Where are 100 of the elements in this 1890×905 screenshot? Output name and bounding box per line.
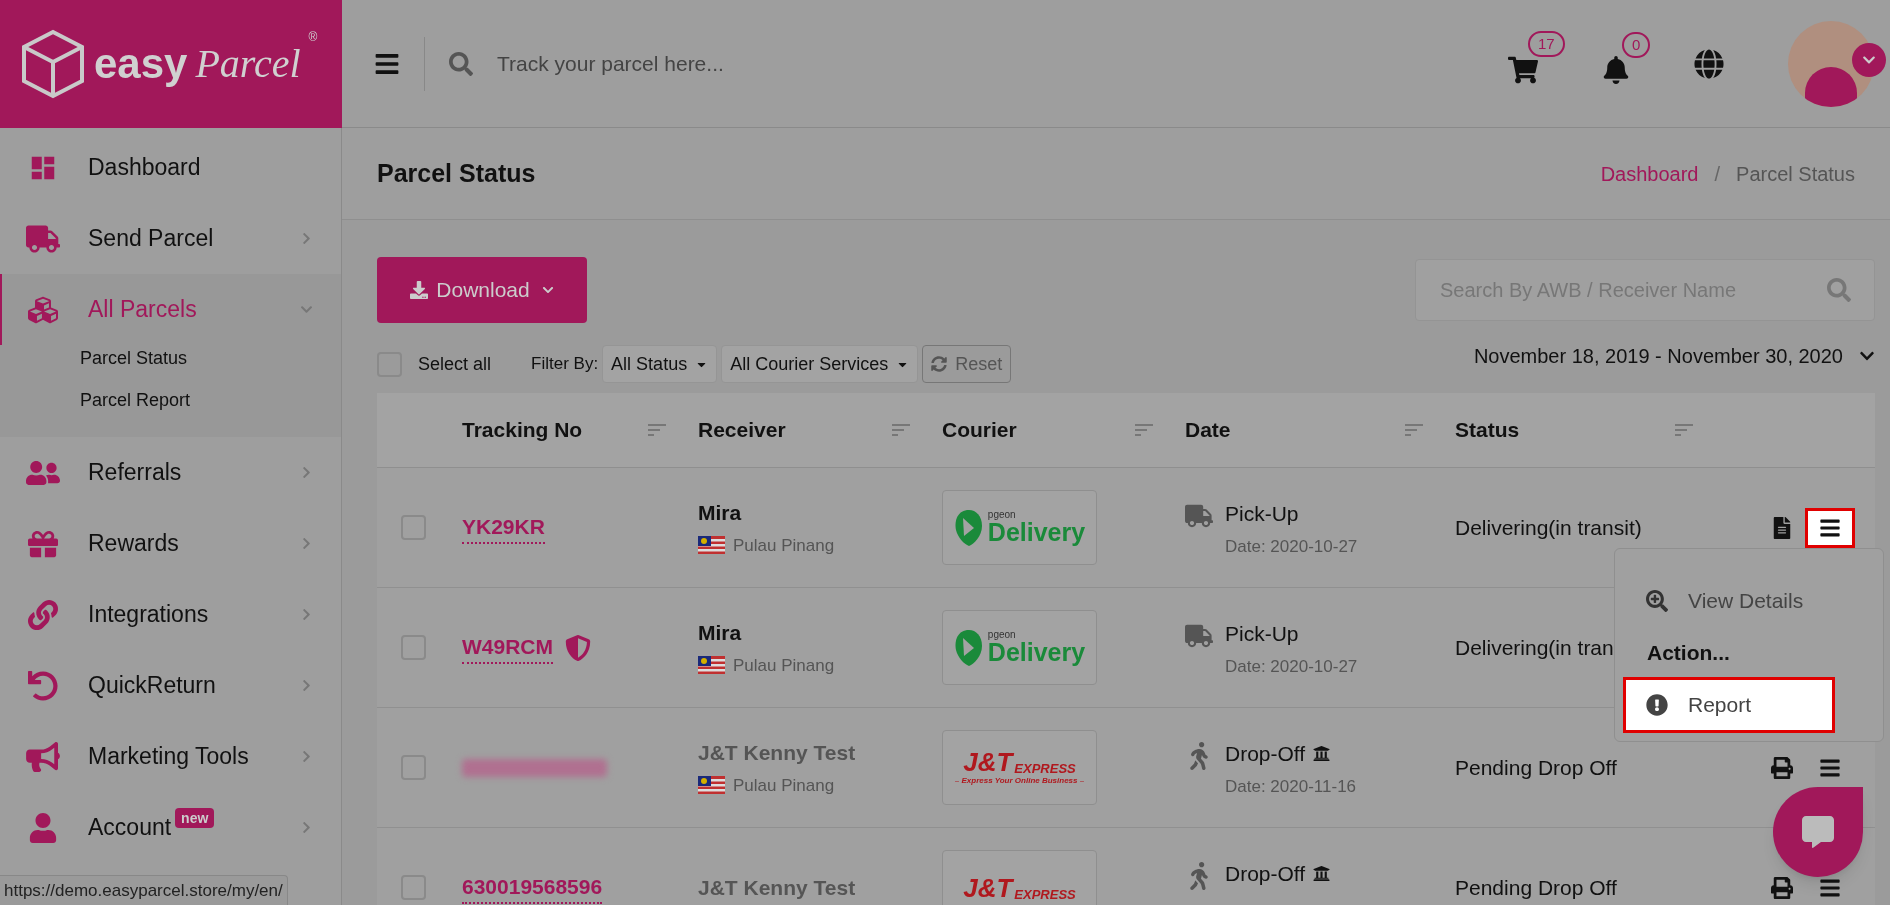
refresh-icon: [931, 356, 948, 372]
status-text: Delivering(in transit): [1455, 514, 1642, 541]
column-header[interactable]: Status: [1455, 414, 1520, 446]
sidebar-subitem[interactable]: Parcel Report: [0, 379, 341, 421]
track-search-field[interactable]: Track your parcel here...: [497, 47, 1049, 80]
boxes-icon: [26, 294, 60, 325]
delivery-method: Pick-Up: [1225, 501, 1299, 527]
download-icon: [410, 281, 429, 299]
chevron-right-icon: [300, 679, 313, 692]
notification-icon[interactable]: [1602, 55, 1630, 84]
chevron-right-icon: [300, 466, 313, 479]
sidebar-item[interactable]: Dashboard: [0, 132, 341, 203]
logo-word: easy: [94, 43, 188, 85]
truck-icon: [26, 223, 60, 254]
sidebar-item[interactable]: Integrations: [0, 579, 341, 650]
date-text: Date: 2020-10-27: [1225, 535, 1358, 558]
chat-icon: [1802, 816, 1834, 848]
filter-dropdown[interactable]: All Status: [602, 345, 718, 383]
sidebar-item[interactable]: Marketing Tools: [0, 721, 341, 792]
row-menu-button[interactable]: [1805, 507, 1855, 548]
sidebar-item[interactable]: QuickReturn: [0, 650, 341, 721]
chevron-right-icon: [300, 821, 313, 834]
logo-text: pgeon: [987, 630, 1017, 640]
download-button[interactable]: Download: [377, 257, 587, 323]
receiver-name: J&T Kenny Test: [698, 740, 857, 766]
logo-text: EXPRESS: [1014, 887, 1076, 901]
cart-icon[interactable]: [1508, 54, 1538, 85]
logo-word: Parcel: [195, 44, 301, 84]
chevron-right-icon: [300, 608, 313, 621]
link-icon: [26, 599, 60, 630]
date-text: Date: 2020-10-27: [1225, 655, 1358, 678]
chevron-right-icon: [300, 537, 313, 550]
flag-icon: [698, 776, 725, 795]
select-all-label: Select all: [418, 352, 492, 376]
sidebar-item[interactable]: Rewards: [0, 508, 341, 579]
column-header[interactable]: Receiver: [698, 414, 786, 446]
menu-item[interactable]: View Details: [1623, 573, 1835, 629]
gift-icon: [26, 528, 60, 559]
filter-dropdown[interactable]: All Courier Services: [721, 345, 919, 383]
document-icon[interactable]: [1771, 516, 1793, 539]
flag-icon: [698, 656, 725, 675]
delivery-method: Pick-Up: [1225, 621, 1299, 647]
status-text: Pending Drop Off: [1455, 754, 1617, 781]
sidebar-item[interactable]: Referrals: [0, 437, 341, 508]
notification-count-badge: 0: [1622, 31, 1651, 58]
search-icon: [449, 51, 473, 76]
box-logo-icon: [20, 28, 86, 100]
logo-text: – Express Your Online Business –: [954, 774, 1085, 787]
logo-text: J&T: [963, 874, 1013, 901]
caret-icon: [541, 284, 554, 296]
column-header[interactable]: Date: [1185, 414, 1231, 446]
menu-heading: Action...: [1646, 640, 1731, 666]
sidebar-item[interactable]: Account new: [0, 792, 341, 863]
logo-text: Delivery: [987, 520, 1086, 545]
logo-text: pgeon: [987, 510, 1017, 520]
delivery-method: Drop-Off: [1225, 741, 1306, 767]
column-header[interactable]: Courier: [942, 414, 1017, 446]
search-icon: [1646, 590, 1668, 612]
print-icon[interactable]: [1771, 876, 1793, 899]
sort-icon[interactable]: [1405, 424, 1423, 436]
print-icon[interactable]: [1771, 756, 1793, 779]
status-text: Pending Drop Off: [1455, 874, 1617, 901]
breadcrumb-separator: /: [1714, 161, 1721, 187]
registered-mark: ®: [308, 29, 318, 46]
chevron-right-icon: [300, 232, 313, 245]
column-header[interactable]: Tracking No: [462, 414, 583, 446]
cart-count-badge: 17: [1528, 30, 1565, 57]
language-icon[interactable]: [1694, 48, 1724, 79]
chevron-right-icon: [300, 750, 313, 763]
date-range-picker[interactable]: November 18, 2019 - November 30, 2020: [1473, 341, 1875, 371]
page-title: Parcel Status: [377, 157, 536, 189]
receiver-region: Pulau Pinang: [733, 534, 835, 557]
status-url: https://demo.easyparcel.store/my/en/: [0, 875, 288, 905]
megaphone-icon: [26, 741, 60, 772]
filter-label: Filter By:: [531, 353, 599, 376]
sort-icon[interactable]: [1675, 424, 1693, 436]
flag-icon: [698, 536, 725, 555]
logo-text: Delivery: [987, 640, 1086, 665]
sort-icon[interactable]: [648, 424, 666, 436]
logo-text: EXPRESS: [1014, 761, 1076, 775]
truck-icon: [1185, 502, 1213, 530]
chevron-down-icon: [300, 303, 313, 316]
receiver-name: J&T Kenny Test: [698, 874, 857, 901]
sidebar-item[interactable]: Send Parcel: [0, 203, 341, 274]
receiver-name: Mira: [698, 620, 743, 646]
bird-logo-icon: [953, 507, 984, 548]
receiver-name: Mira: [698, 500, 743, 526]
logo-text: J&T: [963, 748, 1013, 775]
receiver-region: Pulau Pinang: [733, 654, 835, 677]
menu-item[interactable]: Report: [1623, 676, 1835, 733]
sort-icon[interactable]: [892, 424, 910, 436]
breadcrumb-current: Parcel Status: [1736, 161, 1855, 187]
status-text: Delivering(in tran: [1455, 634, 1614, 661]
date-text: Date: 2020-11-16: [1225, 775, 1357, 798]
sort-icon[interactable]: [1135, 424, 1153, 436]
bird-logo-icon: [953, 627, 984, 668]
truck-icon: [1185, 622, 1213, 650]
new-badge: new: [175, 807, 215, 828]
receiver-region: Pulau Pinang: [733, 774, 835, 797]
search-icon: [1827, 278, 1851, 302]
